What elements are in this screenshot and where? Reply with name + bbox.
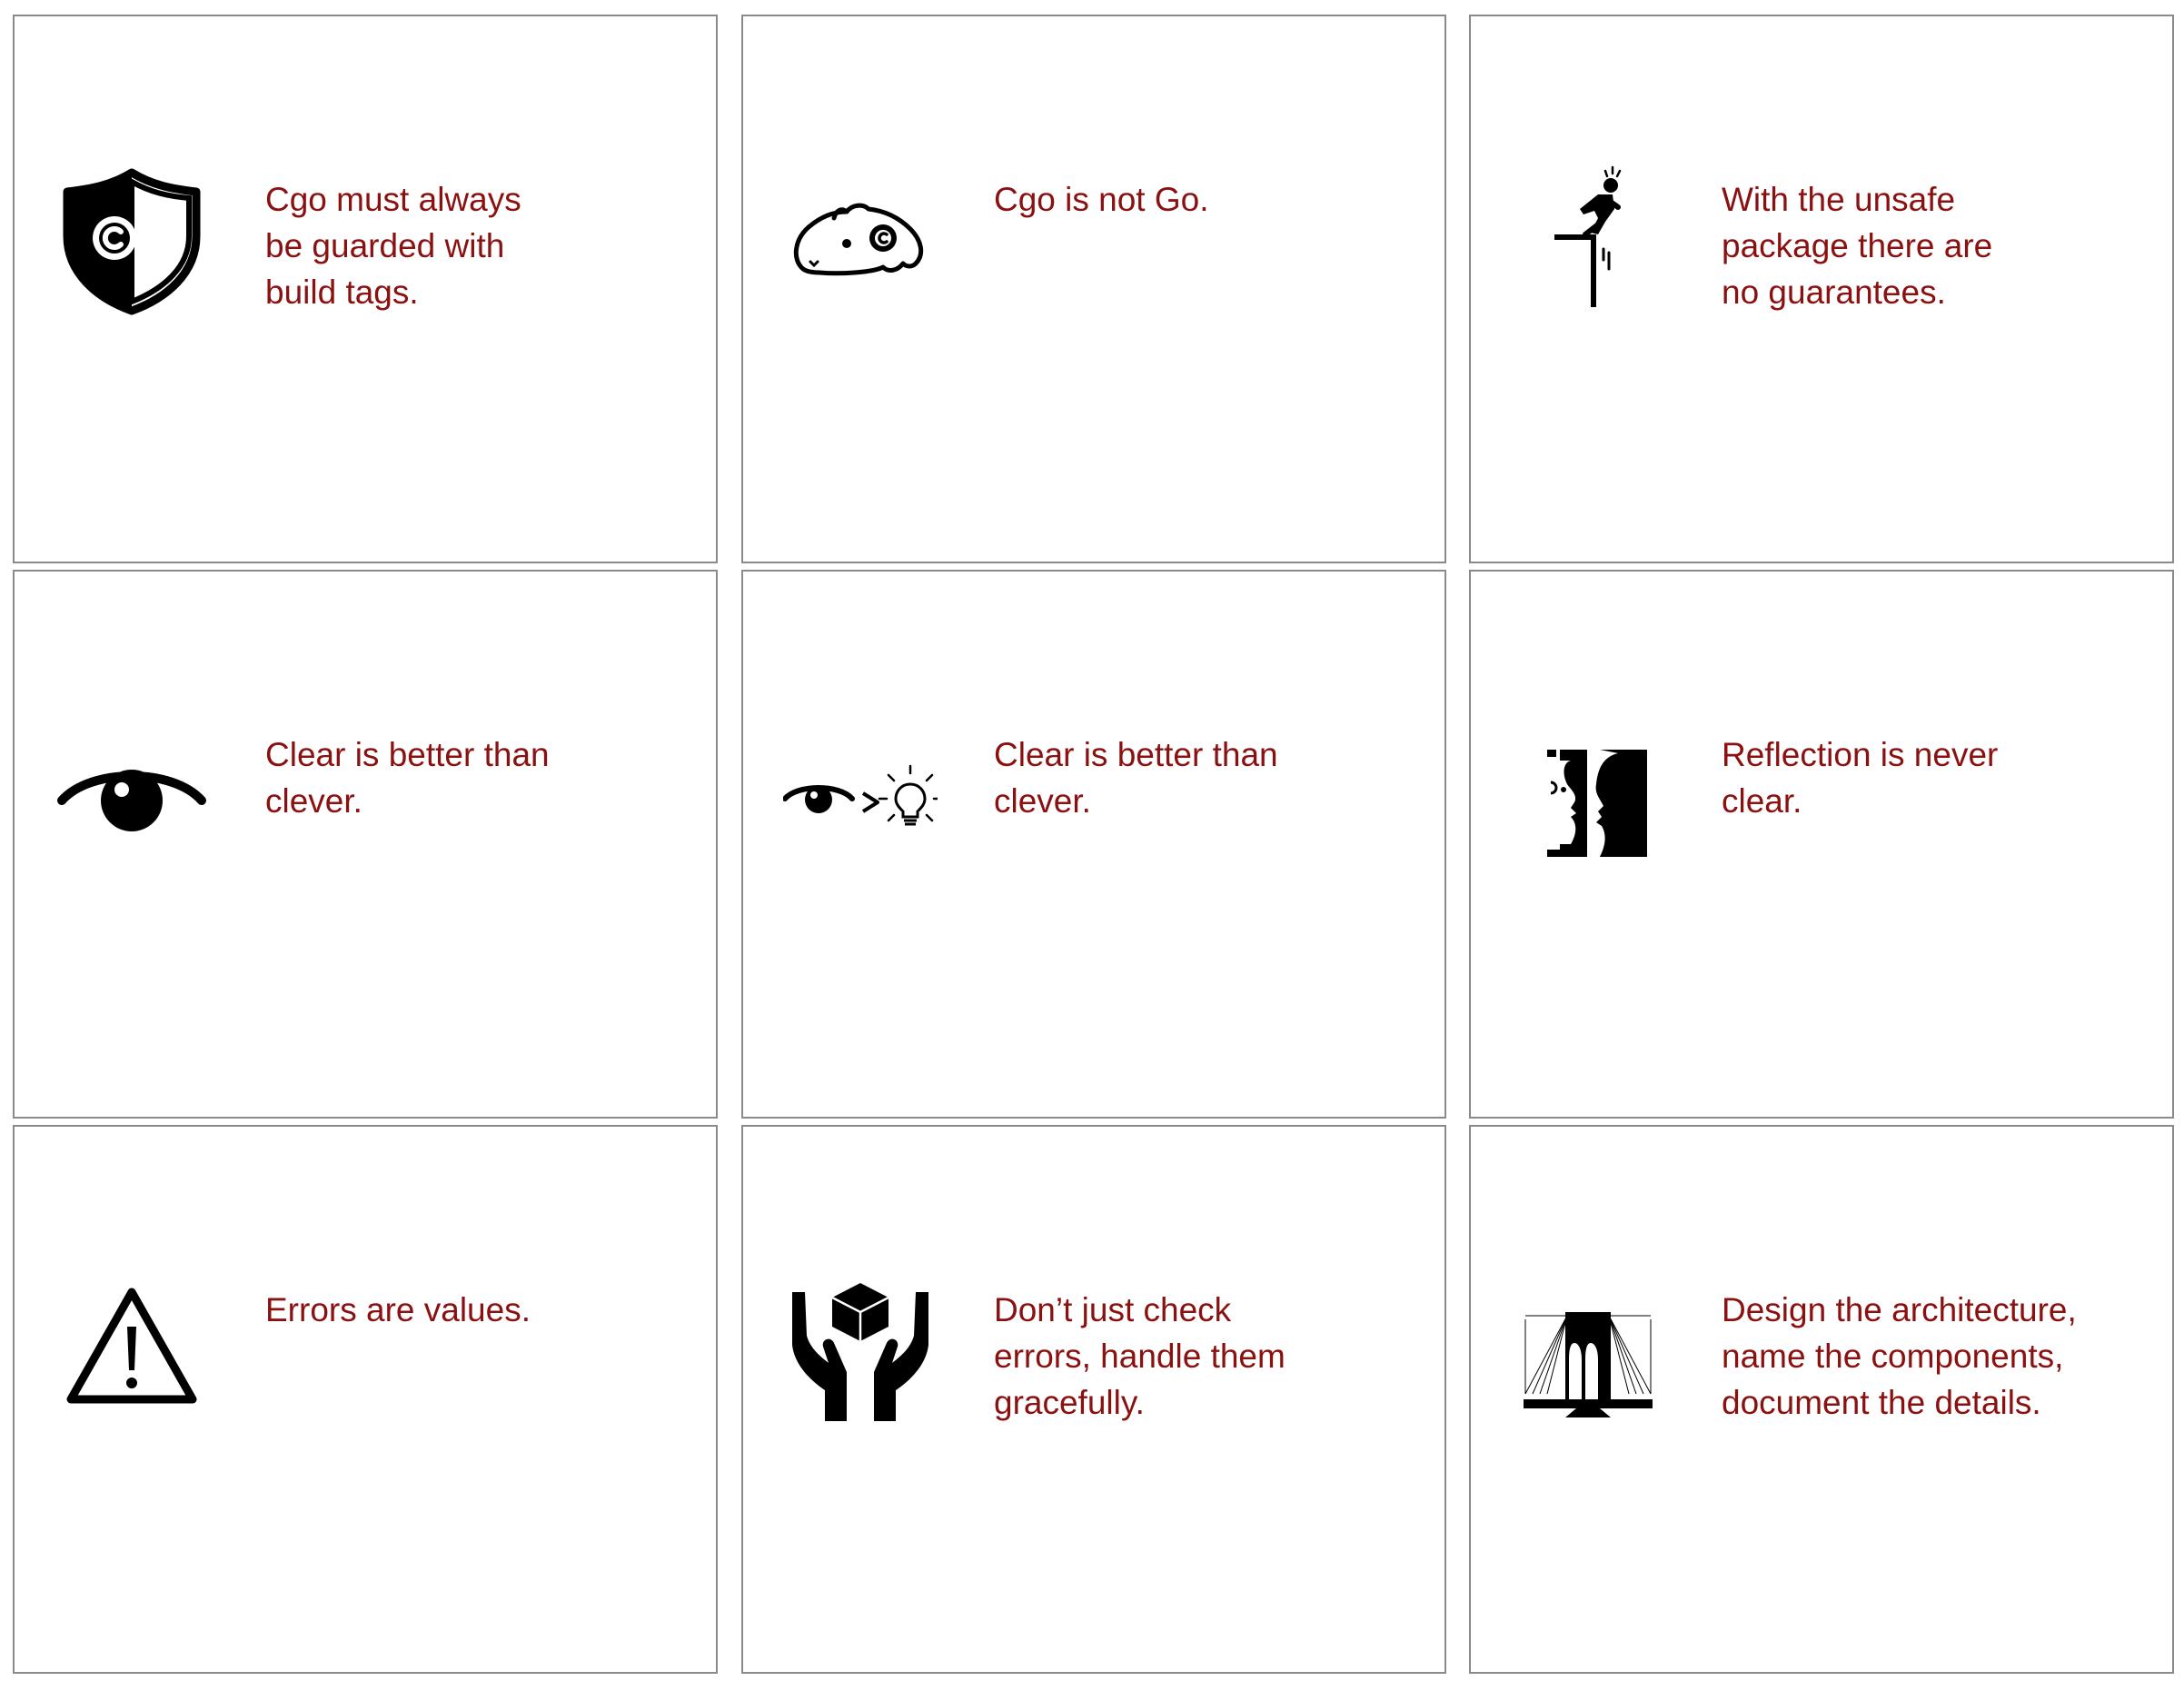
proverb-text: Clear is better than clever. (994, 736, 1278, 820)
proverb-card-errors-values: Errors are values. (13, 1125, 718, 1674)
eye-icon (55, 717, 209, 871)
cliff-edge-icon (1511, 162, 1665, 316)
bridge-icon (1511, 1272, 1665, 1427)
shield-c-icon (55, 162, 209, 316)
proverb-card-reflection: Reflection is never clear. (1469, 570, 2174, 1119)
proverb-text: Cgo is not Go. (994, 181, 1209, 218)
proverb-card-design-architecture: Design the architecture, name the compon… (1469, 1125, 2174, 1674)
proverb-text: Reflection is never clear. (1722, 736, 1999, 820)
warning-triangle-icon (55, 1272, 209, 1427)
proverb-card-unsafe-package: With the unsafe package there are no gua… (1469, 15, 2174, 563)
eye-greater-than-lightbulb-icon (783, 717, 938, 871)
hands-holding-box-icon (783, 1272, 938, 1427)
proverb-text: Design the architecture, name the compon… (1722, 1291, 2077, 1421)
proverb-card-clear-vs-clever-alt: Clear is better than clever. (741, 570, 1446, 1119)
proverb-card-clear-vs-clever: Clear is better than clever. (13, 570, 718, 1119)
two-faces-icon (1511, 717, 1665, 871)
proverb-card-cgo-not-go: Cgo is not Go. (741, 15, 1446, 563)
proverb-text: Clear is better than clever. (265, 736, 550, 820)
proverb-text: Cgo must always be guarded with build ta… (265, 181, 521, 311)
proverb-text: Don’t just check errors, handle them gra… (994, 1291, 1286, 1421)
proverb-text: With the unsafe package there are no gua… (1722, 181, 1993, 311)
proverb-card-handle-errors: Don’t just check errors, handle them gra… (741, 1125, 1446, 1674)
gopher-c-icon (783, 162, 938, 316)
proverb-card-grid: Cgo must always be guarded with build ta… (0, 0, 2184, 1681)
proverb-card-cgo-build-tags: Cgo must always be guarded with build ta… (13, 15, 718, 563)
proverb-text: Errors are values. (265, 1291, 531, 1328)
